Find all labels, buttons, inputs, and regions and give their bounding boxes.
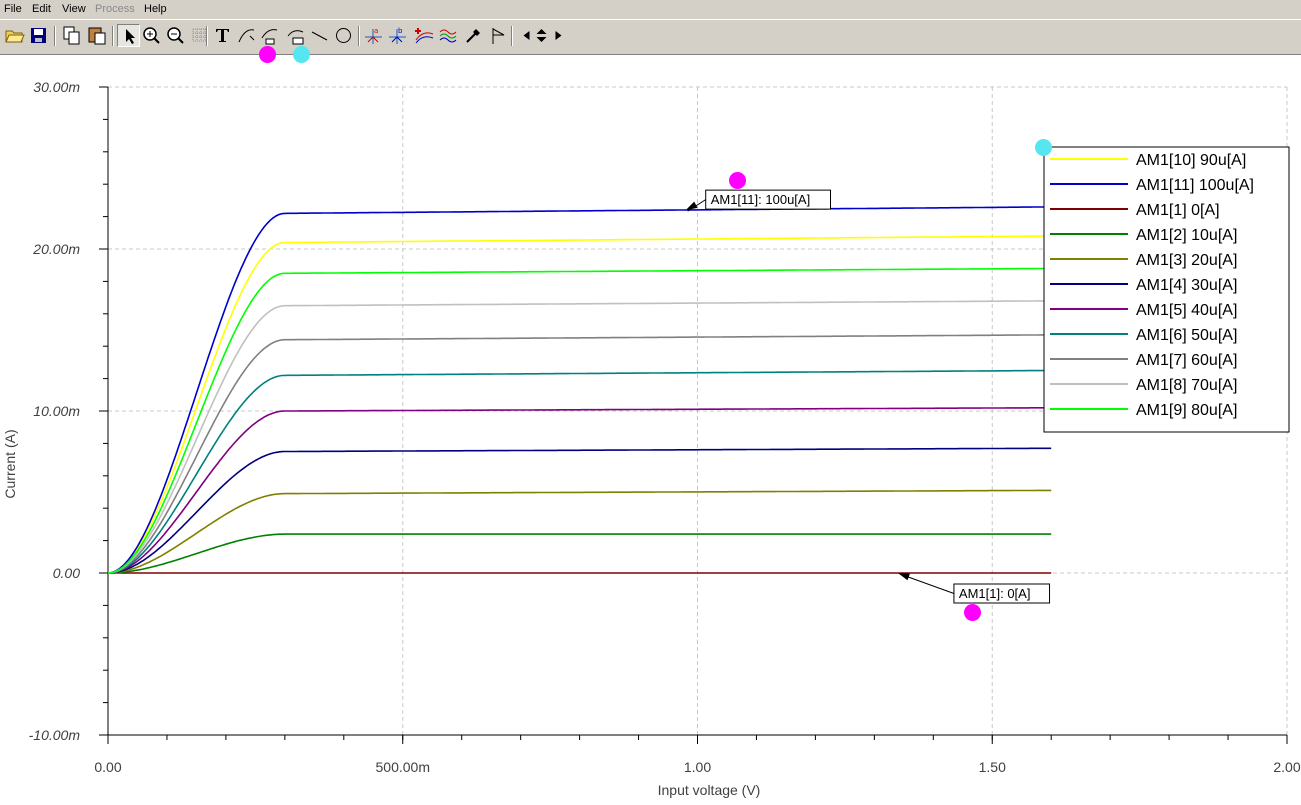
svg-text:a: a <box>374 27 378 35</box>
y-tick-label: 10.00m <box>33 403 80 419</box>
text-icon[interactable] <box>211 24 234 47</box>
svg-text:b: b <box>398 27 403 35</box>
circle-icon[interactable] <box>332 24 355 47</box>
pointer-icon[interactable] <box>117 24 140 47</box>
x-axis-label: Input voltage (V) <box>658 782 761 798</box>
y-axis-label: Current (A) <box>2 429 18 498</box>
legend-label: AM1[1] 0[A] <box>1136 202 1220 219</box>
zoom-in-icon[interactable] <box>140 24 163 47</box>
open-icon[interactable] <box>3 24 26 47</box>
legend-label: AM1[7] 60u[A] <box>1136 352 1237 369</box>
legend-label: AM1[4] 30u[A] <box>1136 277 1237 294</box>
y-tick-label: 30.00m <box>33 79 80 95</box>
annotation-arrowhead <box>685 201 698 211</box>
menu-bar: File Edit View Process Help <box>0 0 1301 19</box>
marker-cyan-1 <box>293 46 310 63</box>
x-tick-label: 1.00 <box>684 759 711 775</box>
legend-label: AM1[5] 40u[A] <box>1136 302 1237 319</box>
arrow-left-icon[interactable] <box>515 24 530 47</box>
y-tick-label: 20.00m <box>32 241 80 257</box>
y-tick-label: -10.00m <box>29 727 81 743</box>
add-curve-icon[interactable] <box>413 24 436 47</box>
marker-cyan-2 <box>1035 139 1052 156</box>
x-tick-label: 0.00 <box>94 759 121 775</box>
marker-magenta-3 <box>964 604 981 621</box>
series-line <box>107 300 1052 574</box>
series-line <box>107 489 1052 574</box>
legend-label: AM1[10] 90u[A] <box>1136 152 1246 169</box>
probe-icon[interactable] <box>462 24 485 47</box>
cursor-b-icon[interactable]: b <box>386 24 409 47</box>
marker-magenta-2 <box>729 172 746 189</box>
zoom-out-icon[interactable] <box>164 24 187 47</box>
annotation-label: AM1[11]: 100u[A] <box>711 192 811 207</box>
series-line <box>107 369 1052 574</box>
series-line <box>107 267 1052 574</box>
legend-label: AM1[9] 80u[A] <box>1136 402 1237 419</box>
save-icon[interactable] <box>27 24 50 47</box>
legend-label: AM1[6] 50u[A] <box>1136 327 1237 344</box>
x-tick-label: 2.00 <box>1273 759 1300 775</box>
series-line <box>107 235 1052 574</box>
menu-edit[interactable]: Edit <box>32 3 51 15</box>
line-icon[interactable] <box>308 24 331 47</box>
cursor-a-icon[interactable]: a <box>362 24 385 47</box>
series-line <box>107 206 1052 574</box>
flag-icon[interactable] <box>487 24 510 47</box>
menu-view[interactable]: View <box>62 3 86 15</box>
y-tick-label: 0.00 <box>53 565 80 581</box>
chart: Input voltage (V) Current (A) 0.00 500.00… <box>2 79 1301 798</box>
annotation-arrowhead <box>897 573 910 581</box>
legend-label: AM1[3] 20u[A] <box>1136 252 1237 269</box>
marker-magenta-1 <box>259 46 276 63</box>
menu-process[interactable]: Process <box>95 3 135 15</box>
series-line <box>108 533 1052 574</box>
legend-label: AM1[8] 70u[A] <box>1136 377 1237 394</box>
curve-label-icon[interactable] <box>284 24 307 47</box>
annotation-label: AM1[1]: 0[A] <box>959 586 1031 601</box>
arrow-up-down-icon[interactable] <box>530 24 547 47</box>
arrow-right-icon[interactable] <box>547 24 562 47</box>
copy-icon[interactable] <box>60 24 83 47</box>
legend-label: AM1[11] 100u[A] <box>1136 177 1254 194</box>
curve-marked-icon[interactable] <box>258 24 281 47</box>
x-tick-label: 1.50 <box>979 759 1006 775</box>
menu-help[interactable]: Help <box>144 3 167 15</box>
curve-icon[interactable] <box>235 24 258 47</box>
paste-icon[interactable] <box>86 24 109 47</box>
waves-icon[interactable] <box>437 24 460 47</box>
series-line <box>107 447 1052 574</box>
menu-file[interactable]: File <box>4 3 22 15</box>
toolbar: a b <box>0 19 1301 55</box>
x-tick-label: 500.00m <box>376 759 430 775</box>
legend-label: AM1[2] 10u[A] <box>1136 227 1237 244</box>
